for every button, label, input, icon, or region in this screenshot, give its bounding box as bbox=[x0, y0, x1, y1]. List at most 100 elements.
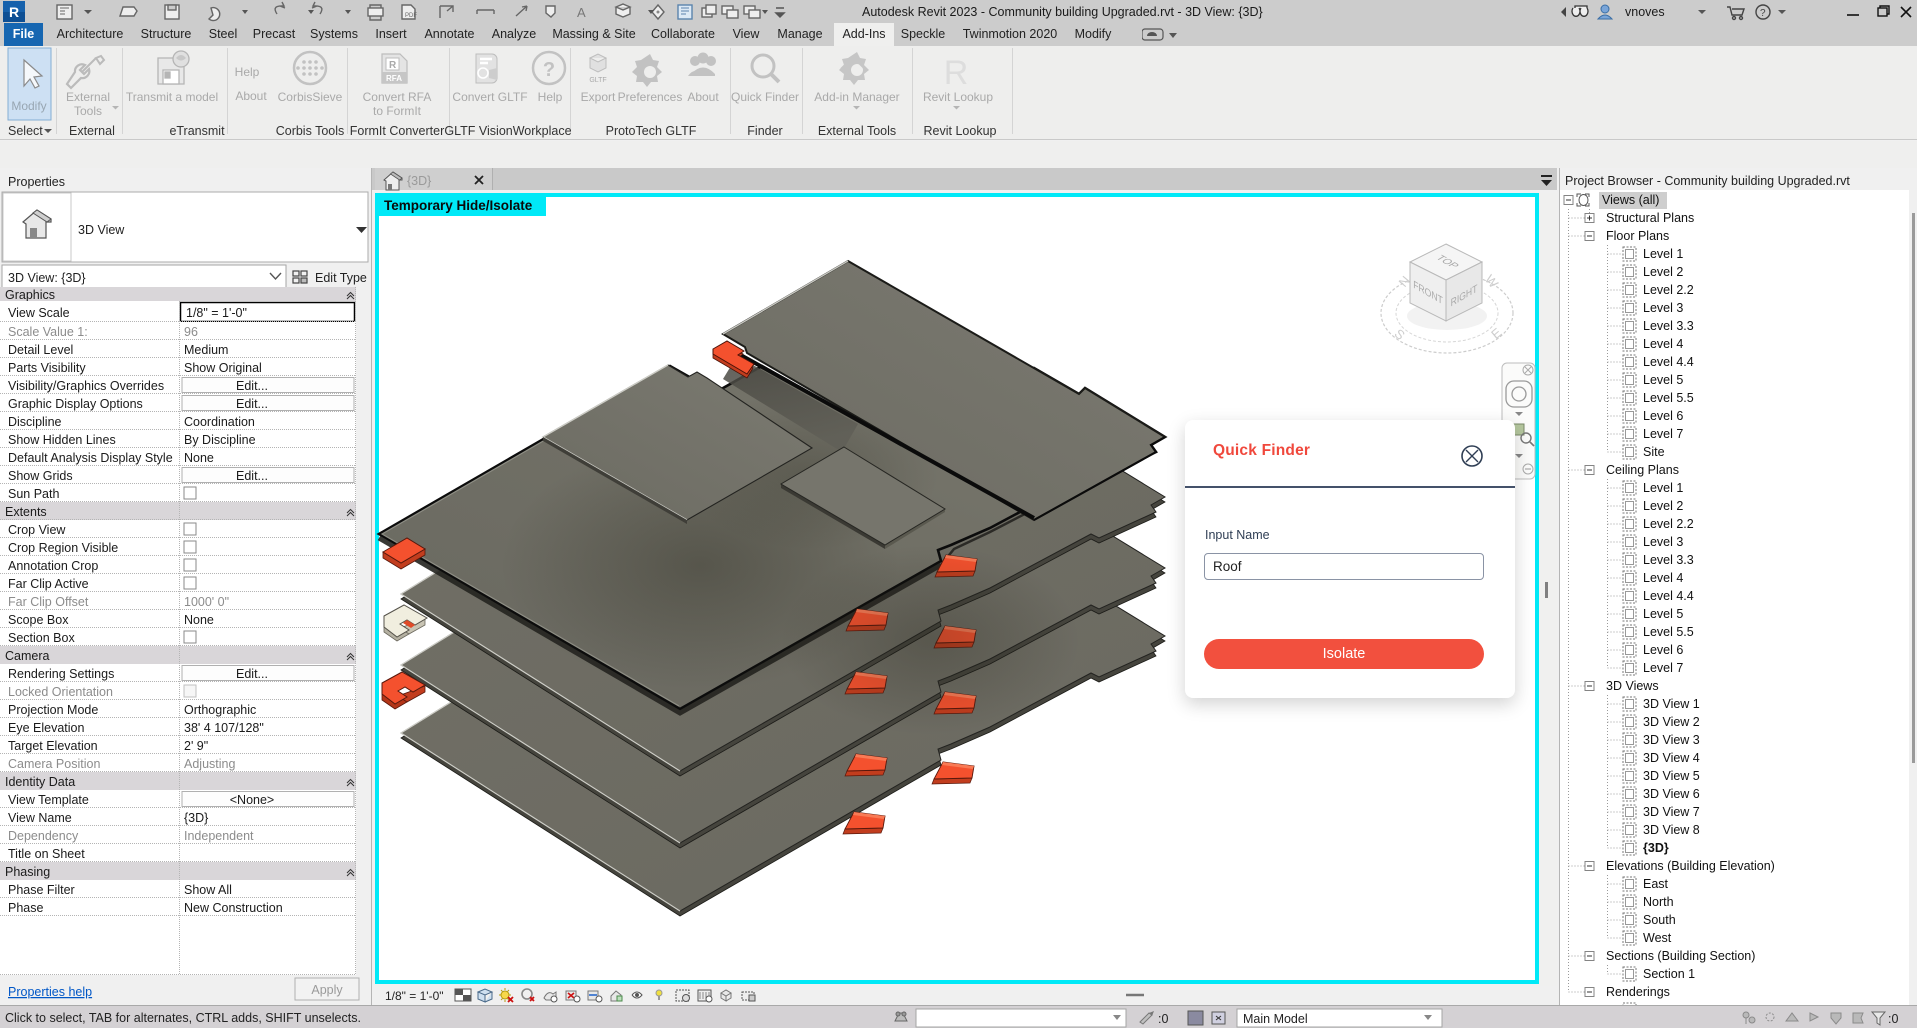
svg-text:Crop Region Visible: Crop Region Visible bbox=[8, 541, 118, 555]
svg-text:3D View 7: 3D View 7 bbox=[1643, 805, 1700, 819]
svg-text:GLTF: GLTF bbox=[589, 77, 606, 84]
svg-text:?: ? bbox=[543, 59, 555, 81]
svg-text:Visibility/Graphics Overrides: Visibility/Graphics Overrides bbox=[8, 379, 164, 393]
svg-text:Level 2.2: Level 2.2 bbox=[1643, 283, 1694, 297]
svg-text:Project Browser - Community bu: Project Browser - Community building Upg… bbox=[1565, 174, 1850, 188]
svg-text:Show All: Show All bbox=[184, 883, 232, 897]
svg-text:East: East bbox=[1643, 877, 1669, 891]
svg-text:Preferences: Preferences bbox=[618, 90, 683, 104]
svg-text:Corbis Tools: Corbis Tools bbox=[276, 124, 345, 138]
svg-text:Convert RFA: Convert RFA bbox=[363, 90, 432, 104]
svg-text:Default Analysis Display Style: Default Analysis Display Style bbox=[8, 451, 173, 465]
svg-text:3D View 6: 3D View 6 bbox=[1643, 787, 1700, 801]
svg-text:Level 5: Level 5 bbox=[1643, 373, 1683, 387]
svg-text:vnoves: vnoves bbox=[1625, 5, 1665, 19]
svg-text:Scope Box: Scope Box bbox=[8, 613, 69, 627]
svg-text:Identity Data: Identity Data bbox=[5, 775, 75, 789]
svg-text:Independent: Independent bbox=[184, 829, 254, 843]
svg-text:Medium: Medium bbox=[184, 343, 228, 357]
svg-text:FormIt Converter: FormIt Converter bbox=[350, 124, 444, 138]
svg-text:Edit...: Edit... bbox=[236, 469, 268, 483]
svg-text:Show Grids: Show Grids bbox=[8, 469, 73, 483]
svg-text:External: External bbox=[66, 90, 110, 104]
svg-text:Select: Select bbox=[8, 124, 43, 138]
svg-text::0: :0 bbox=[1158, 1012, 1168, 1026]
svg-text:1/8" = 1'-0": 1/8" = 1'-0" bbox=[186, 306, 247, 320]
svg-text:Level 4: Level 4 bbox=[1643, 337, 1683, 351]
svg-text:GLTF VisionWorkplace: GLTF VisionWorkplace bbox=[444, 124, 571, 138]
svg-text:E: E bbox=[1488, 325, 1505, 342]
svg-text:Level 2.2: Level 2.2 bbox=[1643, 517, 1694, 531]
svg-text:3D View 1: 3D View 1 bbox=[1643, 697, 1700, 711]
svg-text:Floor Plans: Floor Plans bbox=[1606, 229, 1669, 243]
svg-text:Level 3: Level 3 bbox=[1643, 301, 1683, 315]
svg-text:3D View 5: 3D View 5 bbox=[1643, 769, 1700, 783]
svg-text:?: ? bbox=[1760, 8, 1766, 19]
svg-text:External: External bbox=[69, 124, 115, 138]
svg-text:Edit...: Edit... bbox=[236, 379, 268, 393]
svg-text:Show Original: Show Original bbox=[184, 361, 262, 375]
svg-text:3D View 3: 3D View 3 bbox=[1643, 733, 1700, 747]
svg-text:Rendering Settings: Rendering Settings bbox=[8, 667, 114, 681]
svg-text:Target Elevation: Target Elevation bbox=[8, 739, 98, 753]
svg-text:Apply: Apply bbox=[311, 983, 343, 997]
svg-text:Phasing: Phasing bbox=[5, 865, 50, 879]
svg-text:Finder: Finder bbox=[747, 124, 782, 138]
svg-text:Sections (Building Section): Sections (Building Section) bbox=[1606, 949, 1755, 963]
svg-text:Edit...: Edit... bbox=[236, 397, 268, 411]
svg-text:Export: Export bbox=[581, 90, 616, 104]
svg-text:Camera Position: Camera Position bbox=[8, 757, 100, 771]
svg-text:Click to select, TAB for alter: Click to select, TAB for alternates, CTR… bbox=[5, 1011, 361, 1025]
svg-text:Ceiling Plans: Ceiling Plans bbox=[1606, 463, 1679, 477]
svg-text:to FormIt: to FormIt bbox=[373, 104, 422, 118]
svg-text:Level 1: Level 1 bbox=[1643, 481, 1683, 495]
svg-text:3D View 8: 3D View 8 bbox=[1643, 823, 1700, 837]
svg-text:Convert GLTF: Convert GLTF bbox=[452, 90, 527, 104]
svg-text:Revit Lookup: Revit Lookup bbox=[923, 90, 993, 104]
svg-text:Level 3.3: Level 3.3 bbox=[1643, 553, 1694, 567]
svg-text:Main Model: Main Model bbox=[1243, 1012, 1308, 1026]
svg-text:Renderings: Renderings bbox=[1606, 985, 1670, 999]
svg-text:R: R bbox=[9, 4, 19, 20]
svg-text:Level 6: Level 6 bbox=[1643, 643, 1683, 657]
svg-text:Level 4.4: Level 4.4 bbox=[1643, 589, 1694, 603]
svg-text:About: About bbox=[235, 89, 267, 103]
svg-text:Scale Value 1:: Scale Value 1: bbox=[8, 325, 88, 339]
svg-text:View Name: View Name bbox=[8, 811, 72, 825]
svg-text:{3D}: {3D} bbox=[407, 174, 431, 188]
svg-text:North: North bbox=[1643, 895, 1674, 909]
svg-text:Transmit a model: Transmit a model bbox=[126, 90, 218, 104]
svg-text:Projection Mode: Projection Mode bbox=[8, 703, 98, 717]
svg-text:R: R bbox=[944, 54, 969, 92]
svg-text:Level 5.5: Level 5.5 bbox=[1643, 391, 1694, 405]
svg-text:Adjusting: Adjusting bbox=[184, 757, 235, 771]
svg-text:96: 96 bbox=[184, 325, 198, 339]
svg-text:1000' 0": 1000' 0" bbox=[184, 595, 229, 609]
svg-text:Tools: Tools bbox=[74, 104, 102, 118]
svg-text:Modify: Modify bbox=[11, 99, 46, 113]
svg-text:Properties help: Properties help bbox=[8, 985, 92, 999]
svg-text:Level 7: Level 7 bbox=[1643, 427, 1683, 441]
svg-text:Phase Filter: Phase Filter bbox=[8, 883, 75, 897]
svg-text::0: :0 bbox=[1888, 1012, 1898, 1026]
svg-text:2' 9": 2' 9" bbox=[184, 739, 208, 753]
svg-text:Level 2: Level 2 bbox=[1643, 499, 1683, 513]
svg-text:Site: Site bbox=[1643, 445, 1665, 459]
svg-text:38' 4 107/128": 38' 4 107/128" bbox=[184, 721, 264, 735]
svg-text:PDF: PDF bbox=[405, 13, 417, 19]
svg-text:Phase: Phase bbox=[8, 901, 43, 915]
svg-text:Structural Plans: Structural Plans bbox=[1606, 211, 1694, 225]
svg-text:Level 7: Level 7 bbox=[1643, 661, 1683, 675]
svg-text:Level 5.5: Level 5.5 bbox=[1643, 625, 1694, 639]
svg-text:R: R bbox=[389, 60, 397, 71]
svg-text:3D View 2: 3D View 2 bbox=[1643, 715, 1700, 729]
svg-text:Level 3.3: Level 3.3 bbox=[1643, 319, 1694, 333]
svg-text:Coordination: Coordination bbox=[184, 415, 255, 429]
svg-text:About: About bbox=[687, 90, 719, 104]
svg-text:Autodesk Revit 2023 - Communit: Autodesk Revit 2023 - Community building… bbox=[862, 5, 1263, 19]
svg-text:Parts Visibility: Parts Visibility bbox=[8, 361, 86, 375]
svg-text:3D View: 3D View bbox=[78, 223, 125, 237]
svg-text:Level 4.4: Level 4.4 bbox=[1643, 355, 1694, 369]
svg-text:Level 1: Level 1 bbox=[1643, 247, 1683, 261]
svg-text:View Scale: View Scale bbox=[8, 306, 70, 320]
